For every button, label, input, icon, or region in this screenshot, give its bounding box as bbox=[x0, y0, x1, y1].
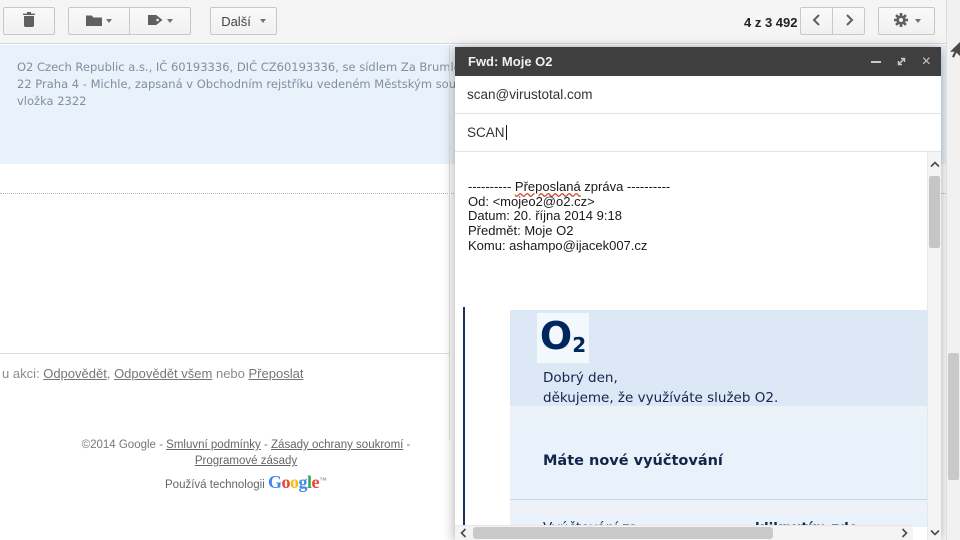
older-button[interactable] bbox=[832, 7, 865, 35]
compose-title: Fwd: Moje O2 bbox=[468, 54, 871, 69]
page-scrollbar[interactable] bbox=[946, 0, 960, 540]
compose-window: Fwd: Moje O2 × scan@virustotal.com SCAN … bbox=[455, 47, 941, 540]
forwarded-date: Datum: 20. října 2014 9:18 bbox=[468, 209, 670, 224]
footer-line1: ©2014 Google - Smluvní podmínky - Zásady… bbox=[0, 437, 492, 453]
more-actions-label: Další bbox=[221, 14, 251, 29]
recipient-value: scan@virustotal.com bbox=[467, 87, 593, 102]
pagination-nav bbox=[800, 7, 865, 35]
o2-heading-section: Máte nové vyúčtování bbox=[510, 420, 928, 499]
compose-body[interactable]: ---------- Přeposlaná zpráva ---------- … bbox=[455, 152, 941, 540]
footer: ©2014 Google - Smluvní podmínky - Zásady… bbox=[0, 437, 492, 493]
labels-button[interactable] bbox=[129, 7, 191, 35]
forwarded-to: Komu: ashampo@ijacek007.cz bbox=[468, 239, 670, 254]
separator-text: , bbox=[107, 366, 111, 381]
o2-greeting-section: O2 Dobrý den, děkujeme, že využíváte slu… bbox=[510, 310, 928, 406]
trademark-symbol: ™ bbox=[319, 476, 327, 485]
forwarded-from: Od: <mojeo2@o2.cz> bbox=[468, 195, 670, 210]
terms-link[interactable]: Smluvní podmínky bbox=[166, 439, 261, 451]
scroll-right-icon[interactable] bbox=[896, 526, 912, 540]
recipient-field[interactable]: scan@virustotal.com bbox=[455, 76, 941, 114]
compose-vertical-scrollbar[interactable] bbox=[927, 152, 941, 540]
gear-icon bbox=[893, 12, 909, 31]
o2-pattern-strip bbox=[510, 500, 928, 514]
close-icon[interactable]: × bbox=[922, 55, 931, 69]
misspelled-word: Přeposlaná bbox=[515, 179, 581, 194]
newer-button[interactable] bbox=[800, 7, 833, 35]
compose-titlebar[interactable]: Fwd: Moje O2 × bbox=[455, 47, 941, 76]
separator-text: - bbox=[407, 439, 411, 451]
minimize-icon[interactable] bbox=[871, 61, 881, 63]
chevron-down-icon bbox=[260, 19, 266, 23]
chevron-down-icon bbox=[167, 19, 173, 23]
chevron-left-icon bbox=[812, 13, 822, 30]
powered-by-text: Používá technologii bbox=[165, 479, 265, 491]
o2-greeting: Dobrý den, děkujeme, že využíváte služeb… bbox=[543, 368, 928, 408]
forwarded-separator-line: ---------- Přeposlaná zpráva ---------- bbox=[468, 180, 670, 195]
forward-link[interactable]: Přeposlat bbox=[249, 366, 304, 381]
chevron-right-icon bbox=[844, 13, 854, 30]
forwarded-header: ---------- Přeposlaná zpráva ---------- … bbox=[468, 180, 670, 254]
gmail-page: { "toolbar": { "more_label": "Další", "p… bbox=[0, 0, 960, 540]
o2-pattern-strip bbox=[510, 406, 928, 420]
move-to-button[interactable] bbox=[68, 7, 130, 35]
label-icon bbox=[148, 14, 163, 29]
quick-actions-prefix: u akci: bbox=[2, 366, 40, 381]
conjunction-text: nebo bbox=[216, 366, 245, 381]
delete-button[interactable] bbox=[3, 7, 55, 35]
copyright-text: ©2014 Google - bbox=[82, 439, 163, 451]
card-border bbox=[449, 45, 450, 440]
more-actions-button[interactable]: Další bbox=[210, 7, 277, 35]
compose-horizontal-scrollbar[interactable] bbox=[455, 525, 913, 540]
o2-email-content: O2 Dobrý den, děkujeme, že využíváte slu… bbox=[510, 310, 928, 527]
page-scroll-thumb[interactable] bbox=[948, 353, 959, 480]
pagination-counter: 4 z 3 492 bbox=[744, 15, 798, 30]
settings-button[interactable] bbox=[878, 7, 935, 35]
horizontal-scroll-thumb[interactable] bbox=[473, 527, 773, 539]
chevron-down-icon bbox=[915, 19, 921, 23]
quote-bar bbox=[463, 307, 465, 527]
text-caret bbox=[506, 125, 507, 140]
powered-by: Používá technologii Google™ bbox=[0, 473, 492, 493]
quick-actions-row: u akci: Odpovědět, Odpovědět všem nebo P… bbox=[2, 366, 303, 381]
forwarded-subject: Předmět: Moje O2 bbox=[468, 224, 670, 239]
reply-link[interactable]: Odpovědět bbox=[43, 366, 107, 381]
chevron-down-icon bbox=[106, 19, 112, 23]
program-policies-link[interactable]: Programové zásady bbox=[195, 455, 297, 467]
privacy-link[interactable]: Zásady ochrany soukromí bbox=[271, 439, 403, 451]
footer-line2: Programové zásady bbox=[0, 453, 492, 469]
o2-heading: Máte nové vyúčtování bbox=[543, 453, 723, 469]
subject-value: SCAN bbox=[467, 125, 505, 140]
trash-icon bbox=[22, 12, 36, 30]
move-label-button-group bbox=[68, 7, 191, 35]
subject-field[interactable]: SCAN bbox=[455, 114, 941, 152]
cursor-arrow-icon bbox=[947, 41, 960, 64]
google-logo: Google bbox=[268, 472, 319, 492]
scroll-down-icon[interactable] bbox=[928, 526, 941, 538]
popout-icon[interactable] bbox=[895, 55, 908, 68]
scroll-up-icon[interactable] bbox=[928, 158, 941, 170]
compose-window-controls: × bbox=[871, 55, 931, 69]
section-separator bbox=[0, 353, 449, 354]
scroll-left-icon[interactable] bbox=[455, 526, 471, 540]
toolbar: Další 4 z 3 492 bbox=[0, 0, 946, 44]
vertical-scroll-thumb[interactable] bbox=[929, 176, 940, 248]
separator-text: - bbox=[264, 439, 268, 451]
o2-logo: O2 bbox=[537, 313, 589, 363]
folder-icon bbox=[86, 14, 102, 29]
reply-all-link[interactable]: Odpovědět všem bbox=[114, 366, 212, 381]
